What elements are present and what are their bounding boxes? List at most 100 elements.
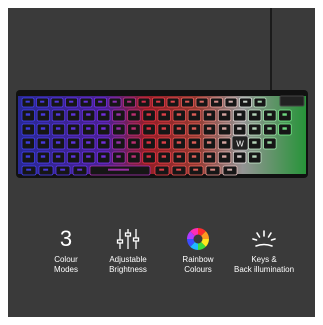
key-legend (86, 113, 91, 116)
key-legend (40, 155, 46, 158)
key-legend (40, 141, 46, 144)
key-legend (55, 113, 61, 116)
key-legend (252, 155, 257, 158)
key-legend (98, 100, 103, 103)
key-legend (206, 155, 212, 158)
key-legend (40, 100, 45, 103)
indicator-panel (279, 95, 305, 107)
key-legend (227, 168, 233, 171)
key-legend (127, 100, 132, 103)
key-legend (161, 141, 167, 144)
key-legend (25, 100, 30, 103)
feature-illumination: Keys & Back illumination (228, 226, 300, 275)
key-legend (222, 113, 227, 116)
key-legend (206, 127, 212, 130)
key-legend (176, 127, 182, 130)
key-legend (146, 155, 151, 158)
key-legend (161, 127, 167, 130)
key-legend (101, 113, 106, 116)
key-legend (252, 127, 257, 130)
key-legend (191, 113, 197, 116)
key-legend (176, 155, 182, 158)
key-legend (86, 141, 91, 144)
key-legend (69, 100, 74, 103)
key-legend (116, 141, 121, 144)
features-row: 3 Colour Modes Adjustable Brightness Rai… (8, 226, 315, 286)
feature-label-line2: Colours (184, 265, 212, 274)
key-legend (108, 168, 129, 171)
sliders-icon (92, 226, 164, 252)
feature-label-line1: Rainbow (182, 255, 214, 264)
key-legend (86, 155, 91, 158)
key-legend (210, 168, 216, 171)
key-legend (112, 100, 117, 103)
keyboard-photo: W (16, 8, 308, 178)
key-legend (282, 127, 287, 130)
key-legend (146, 127, 151, 130)
key-legend (199, 100, 204, 103)
feature-label-line2: Back illumination (233, 265, 295, 274)
key-legend (170, 100, 175, 103)
key-legend (237, 127, 242, 130)
key-legend (267, 127, 272, 130)
feature-label-line2: Brightness (109, 265, 147, 274)
feature-label-line1: Adjustable (109, 255, 147, 264)
key-legend (267, 113, 272, 116)
key-legend (40, 113, 46, 116)
feature-label-line1: Keys & (251, 255, 277, 264)
key-legend (176, 141, 182, 144)
key-legend (222, 155, 227, 158)
key-legend (191, 127, 197, 130)
key-legend (54, 100, 59, 103)
key-legend (252, 141, 257, 144)
feature-brightness: Adjustable Brightness (92, 226, 164, 275)
key-legend (55, 155, 61, 158)
key-legend (191, 141, 197, 144)
key-legend (159, 168, 165, 171)
key-legend (77, 168, 83, 171)
key-legend (25, 141, 31, 144)
key-legend (243, 100, 248, 103)
key-legend (222, 141, 227, 144)
key-legend (71, 113, 76, 116)
key-legend (83, 100, 88, 103)
key-legend (237, 155, 242, 158)
key-legend (193, 168, 199, 171)
key-legend (161, 113, 167, 116)
key-legend (176, 168, 182, 171)
key-legend (252, 113, 257, 116)
rainbow-wheel-icon (162, 226, 234, 252)
key-legend (71, 141, 76, 144)
key-legend (146, 141, 151, 144)
key-legend (237, 113, 242, 116)
key-legend (101, 141, 106, 144)
key-legend (131, 155, 136, 158)
key-legend (25, 155, 31, 158)
key-legend (131, 113, 136, 116)
key-legend (25, 113, 31, 116)
key-legend (191, 155, 197, 158)
key-legend (71, 155, 76, 158)
key-legend (55, 141, 61, 144)
brand-badge-text: W (236, 140, 244, 149)
key-legend (222, 127, 227, 130)
key-legend (257, 100, 262, 103)
key-legend (60, 168, 66, 171)
feature-rainbow: Rainbow Colours (162, 226, 234, 275)
key-legend (176, 113, 182, 116)
key-legend (86, 127, 91, 130)
key-legend (141, 100, 146, 103)
key-legend (40, 127, 46, 130)
key-legend (161, 155, 167, 158)
backlight-key-icon (228, 226, 300, 252)
key-legend (206, 113, 212, 116)
key-legend (185, 100, 190, 103)
key-legend (214, 100, 219, 103)
key-legend (131, 141, 136, 144)
key-legend (25, 127, 31, 130)
key-legend (116, 155, 121, 158)
key-legend (116, 113, 121, 116)
key-legend (228, 100, 233, 103)
key-legend (71, 127, 76, 130)
key-legend (206, 141, 212, 144)
